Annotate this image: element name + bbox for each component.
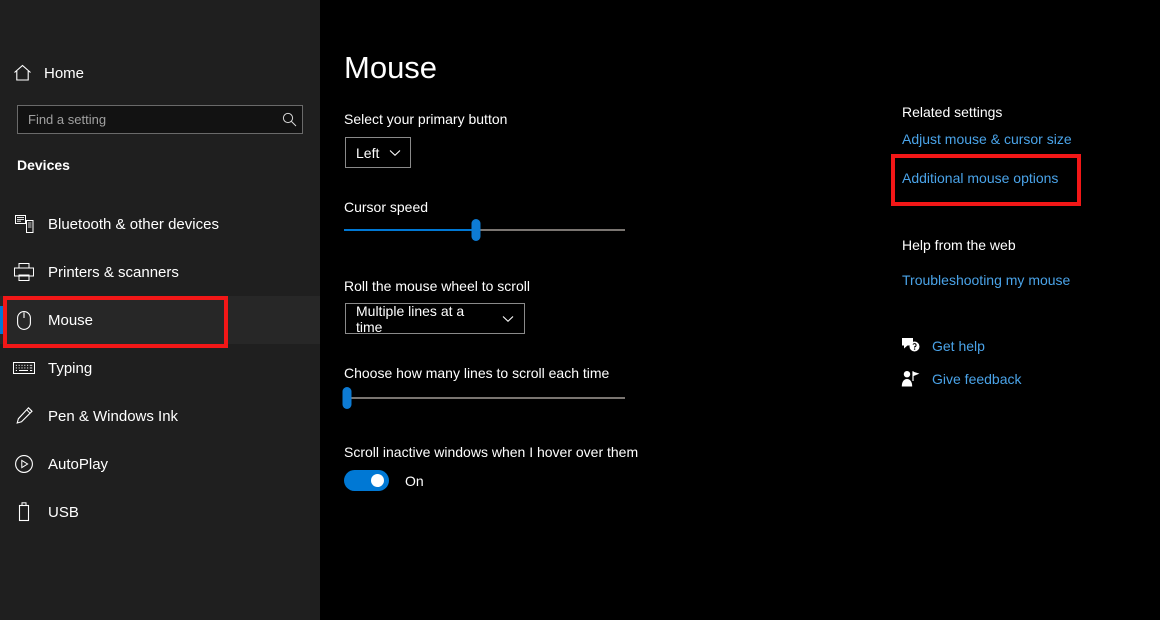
additional-mouse-options-link[interactable]: Additional mouse options (902, 170, 1058, 186)
mouse-icon (0, 311, 48, 330)
page-title: Mouse (344, 50, 437, 86)
wheel-scroll-dropdown[interactable]: Multiple lines at a time (345, 303, 525, 334)
settings-window: Settings (0, 0, 1160, 620)
main-content: Mouse Select your primary button Left Cu… (320, 0, 1160, 620)
selection-accent-bar (0, 354, 3, 382)
sidebar-item-label: USB (48, 504, 79, 521)
scroll-inactive-toggle[interactable] (344, 470, 389, 491)
sidebar-item-label: Typing (48, 360, 92, 377)
slider-thumb[interactable] (342, 387, 351, 409)
bluetooth-devices-icon (0, 215, 48, 233)
sidebar-item-home-label: Home (44, 65, 84, 82)
scroll-inactive-label: Scroll inactive windows when I hover ove… (344, 444, 638, 460)
primary-button-value: Left (356, 145, 379, 161)
sidebar-nav-list: Bluetooth & other devices Printers & sca… (0, 200, 320, 536)
get-help-row[interactable]: Get help (900, 337, 985, 354)
primary-button-dropdown[interactable]: Left (345, 137, 411, 168)
lines-to-scroll-label: Choose how many lines to scroll each tim… (344, 365, 609, 381)
help-from-web-heading: Help from the web (902, 237, 1016, 253)
sidebar-item-label: Mouse (48, 312, 93, 329)
cursor-speed-slider[interactable] (344, 218, 625, 242)
lines-to-scroll-slider[interactable] (344, 386, 625, 410)
slider-fill (344, 229, 476, 231)
chevron-down-icon (502, 315, 514, 323)
give-feedback-link[interactable]: Give feedback (932, 371, 1022, 387)
sidebar-item-autoplay[interactable]: AutoPlay (0, 440, 320, 488)
adjust-mouse-cursor-size-link[interactable]: Adjust mouse & cursor size (902, 131, 1072, 147)
sidebar-item-typing[interactable]: Typing (0, 344, 320, 392)
search-input[interactable] (18, 112, 276, 127)
get-help-icon (900, 337, 920, 354)
toggle-knob (371, 474, 384, 487)
printer-icon (0, 263, 48, 281)
sidebar-item-pen-windows-ink[interactable]: Pen & Windows Ink (0, 392, 320, 440)
slider-thumb[interactable] (472, 219, 481, 241)
cursor-speed-label: Cursor speed (344, 199, 428, 215)
sidebar-item-label: Bluetooth & other devices (48, 216, 219, 233)
give-feedback-icon (900, 370, 920, 387)
sidebar-item-label: Printers & scanners (48, 264, 179, 281)
keyboard-icon (0, 361, 48, 375)
selection-accent-bar (0, 210, 3, 238)
toggle-state-label: On (405, 473, 424, 489)
search-icon (276, 112, 302, 127)
chevron-down-icon (389, 149, 401, 157)
sidebar-item-label: Pen & Windows Ink (48, 408, 178, 425)
slider-track (344, 397, 625, 399)
related-settings-heading: Related settings (902, 104, 1002, 120)
wheel-scroll-label: Roll the mouse wheel to scroll (344, 278, 530, 294)
troubleshooting-my-mouse-link[interactable]: Troubleshooting my mouse (902, 272, 1070, 288)
home-icon (0, 64, 44, 82)
get-help-link[interactable]: Get help (932, 338, 985, 354)
selection-accent-bar (0, 450, 3, 478)
sidebar-item-usb[interactable]: USB (0, 488, 320, 536)
scroll-inactive-toggle-row: On (344, 470, 424, 491)
sidebar-item-label: AutoPlay (48, 456, 108, 473)
sidebar-item-mouse[interactable]: Mouse (0, 296, 320, 344)
pen-icon (0, 406, 48, 426)
give-feedback-row[interactable]: Give feedback (900, 370, 1022, 387)
sidebar-item-home[interactable]: Home (0, 58, 320, 88)
autoplay-icon (0, 454, 48, 474)
sidebar-group-title: Devices (17, 157, 70, 173)
primary-button-label: Select your primary button (344, 111, 507, 127)
selection-accent-bar (0, 306, 3, 334)
sidebar: Home Devices (0, 0, 320, 620)
sidebar-item-printers-scanners[interactable]: Printers & scanners (0, 248, 320, 296)
sidebar-item-bluetooth-other-devices[interactable]: Bluetooth & other devices (0, 200, 320, 248)
selection-accent-bar (0, 402, 3, 430)
search-box[interactable] (17, 105, 303, 134)
selection-accent-bar (0, 498, 3, 526)
usb-icon (0, 502, 48, 522)
selection-accent-bar (0, 258, 3, 286)
wheel-scroll-value: Multiple lines at a time (356, 303, 492, 335)
